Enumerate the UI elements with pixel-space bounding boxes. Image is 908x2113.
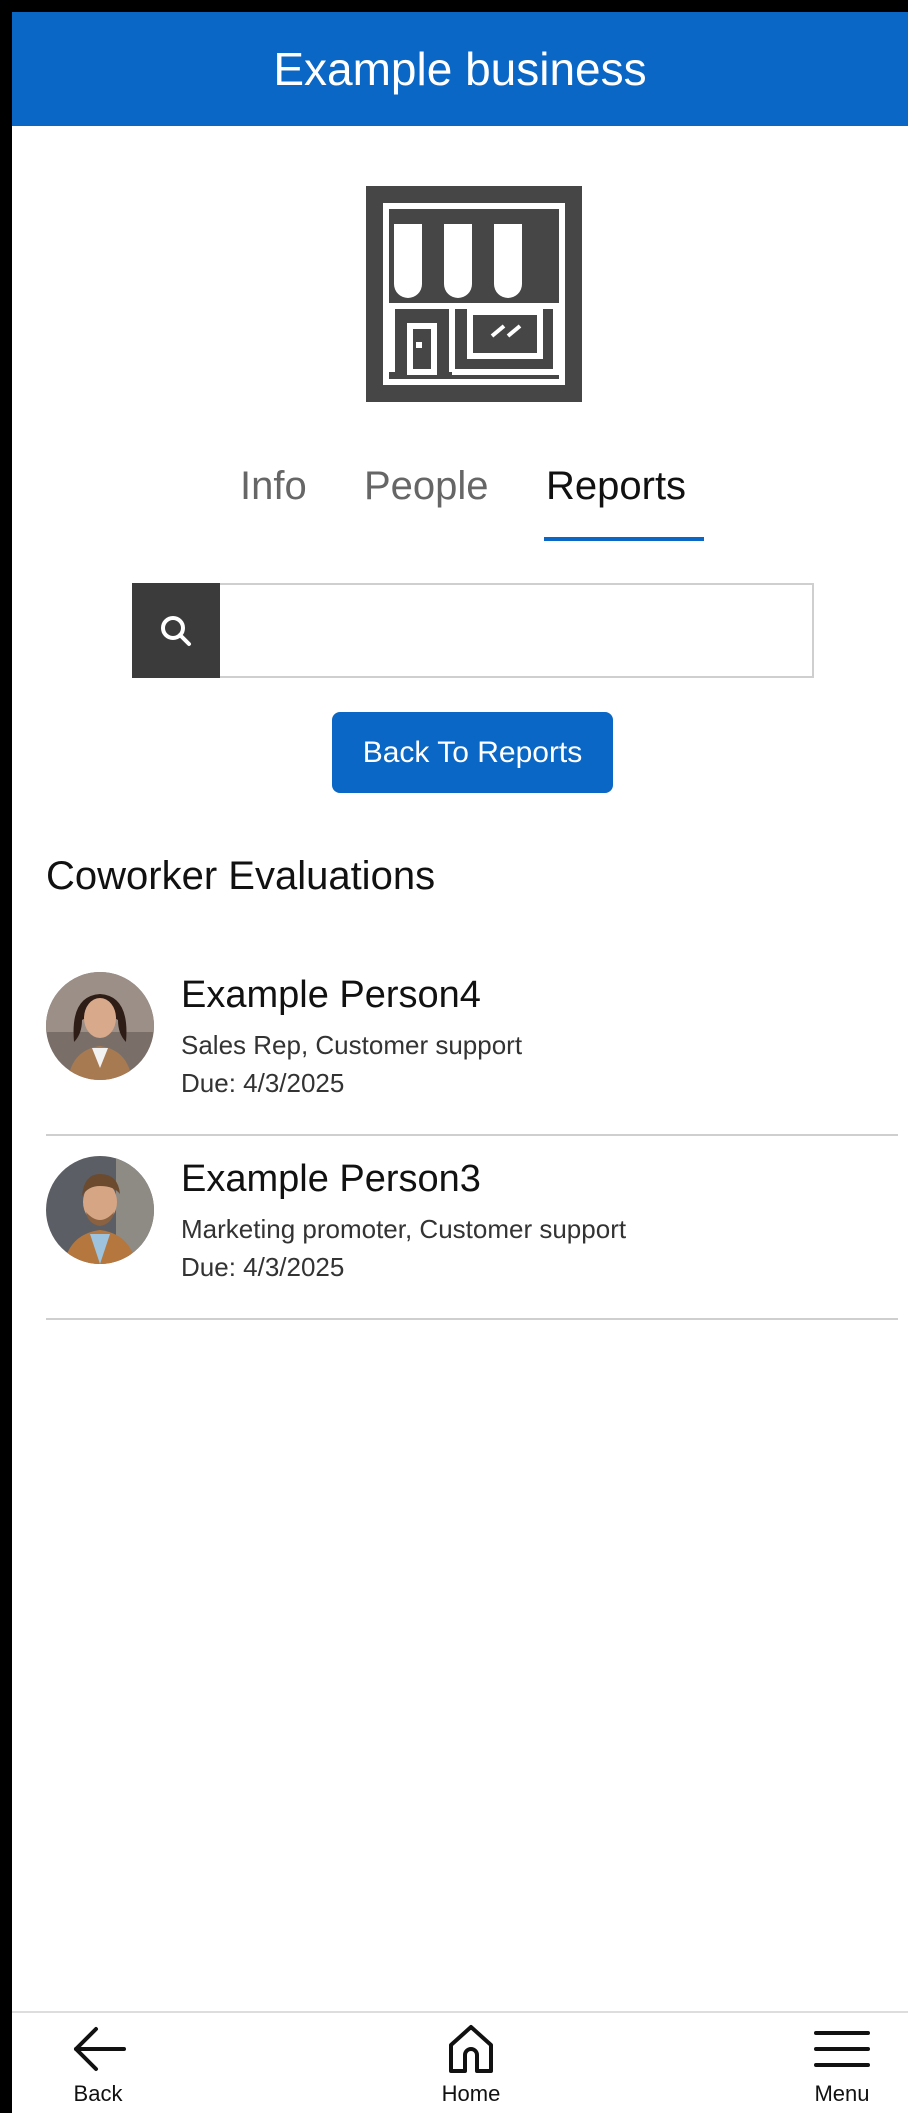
nav-label: Menu bbox=[814, 2081, 870, 2106]
evaluation-list-item[interactable]: Example Person3 Marketing promoter, Cust… bbox=[46, 1136, 898, 1320]
back-to-reports-button[interactable]: Back To Reports bbox=[332, 712, 613, 793]
search-input[interactable] bbox=[222, 585, 810, 676]
app-screen: Example business Info People Reports Bac… bbox=[12, 12, 908, 2113]
avatar bbox=[46, 972, 154, 1080]
avatar bbox=[46, 1156, 154, 1264]
tab-reports[interactable]: Reports bbox=[546, 464, 686, 509]
due-date: Due: 4/3/2025 bbox=[181, 1068, 345, 1098]
evaluation-list-item[interactable]: Example Person4 Sales Rep, Customer supp… bbox=[46, 952, 898, 1136]
app-title: Example business bbox=[273, 43, 647, 95]
tab-bar: Info People Reports bbox=[12, 464, 908, 544]
person-role: Marketing promoter, Customer support bbox=[181, 1214, 627, 1244]
person-photo bbox=[46, 1156, 154, 1264]
nav-label: Back bbox=[73, 2081, 123, 2106]
storefront-icon bbox=[383, 203, 565, 385]
nav-home-button[interactable]: Home bbox=[411, 2019, 531, 2113]
section-title: Coworker Evaluations bbox=[46, 854, 436, 898]
search-icon bbox=[161, 615, 191, 646]
active-tab-indicator bbox=[544, 537, 704, 541]
hamburger-menu-icon bbox=[814, 2031, 870, 2067]
tab-info[interactable]: Info bbox=[240, 464, 307, 509]
arrow-left-icon bbox=[74, 2027, 126, 2071]
person-name: Example Person3 bbox=[181, 1158, 481, 1200]
nav-menu-button[interactable]: Menu bbox=[782, 2019, 902, 2113]
person-photo bbox=[46, 972, 154, 1080]
evaluation-list: Example Person4 Sales Rep, Customer supp… bbox=[46, 952, 898, 1320]
bottom-navigation: Back Home Menu bbox=[12, 2011, 908, 2113]
home-icon bbox=[449, 2025, 493, 2073]
business-logo bbox=[366, 186, 582, 402]
person-role: Sales Rep, Customer support bbox=[181, 1030, 523, 1060]
search-bar bbox=[132, 583, 814, 678]
due-date: Due: 4/3/2025 bbox=[181, 1252, 345, 1282]
search-button[interactable] bbox=[132, 583, 220, 678]
nav-back-button[interactable]: Back bbox=[38, 2019, 158, 2113]
app-header: Example business bbox=[12, 12, 908, 126]
person-name: Example Person4 bbox=[181, 974, 481, 1016]
nav-label: Home bbox=[441, 2081, 501, 2106]
tab-people[interactable]: People bbox=[364, 464, 489, 509]
